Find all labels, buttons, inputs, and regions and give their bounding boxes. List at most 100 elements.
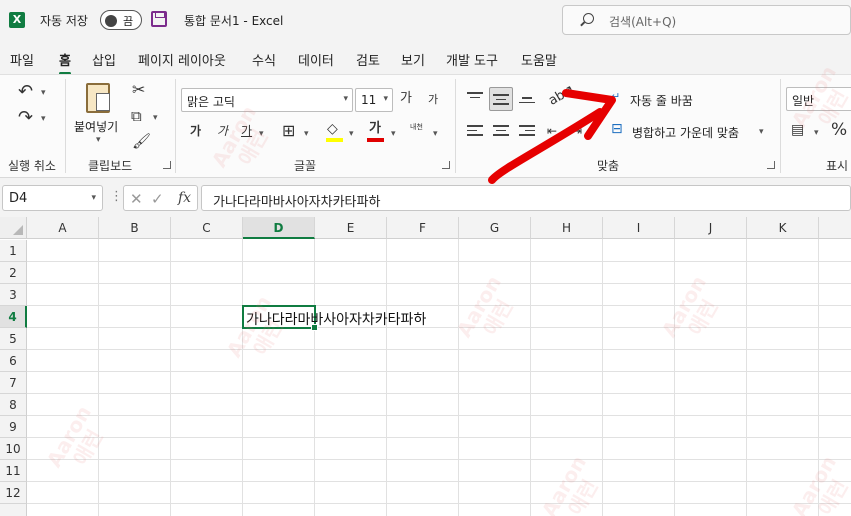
column-header-i[interactable]: I — [603, 217, 675, 239]
fill-color-dropdown-icon[interactable]: ▾ — [349, 129, 354, 139]
column-header-c[interactable]: C — [171, 217, 243, 239]
border-dropdown-icon[interactable]: ▾ — [304, 129, 309, 139]
redo-icon[interactable]: ↷ — [18, 109, 33, 127]
underline-dropdown-icon[interactable]: ▾ — [259, 129, 264, 139]
font-launcher-icon[interactable] — [442, 161, 450, 169]
font-size-dropdown[interactable]: 11 ▾ — [355, 88, 393, 112]
column-header-e[interactable]: E — [315, 217, 387, 239]
tab-insert[interactable]: 삽입 — [92, 50, 116, 69]
document-title: 통합 문서1 - Excel — [184, 14, 284, 28]
grow-font-icon[interactable]: 가 — [400, 92, 412, 105]
search-box[interactable]: 검색(Alt+Q) — [562, 5, 851, 35]
bold-icon[interactable]: 가 — [190, 125, 201, 137]
align-center-icon[interactable] — [493, 125, 509, 139]
fill-color-icon[interactable]: ◇ — [327, 122, 338, 136]
select-all-button[interactable] — [0, 217, 27, 239]
font-name-dropdown[interactable]: 맑은 고딕 ▾ — [181, 88, 353, 112]
phonetic-icon[interactable]: 내천 — [410, 124, 423, 131]
tab-review[interactable]: 검토 — [356, 50, 380, 69]
font-color-dropdown-icon[interactable]: ▾ — [391, 129, 396, 139]
orientation-icon[interactable]: ab↗ — [546, 82, 577, 109]
tab-developer[interactable]: 개발 도구 — [446, 50, 498, 69]
row-header-5[interactable]: 5 — [0, 328, 27, 350]
row-header-3[interactable]: 3 — [0, 284, 27, 306]
tab-file[interactable]: 파일 — [10, 50, 34, 69]
group-label-alignment: 맞춤 — [597, 159, 620, 173]
name-box[interactable]: D4 ▾ — [2, 185, 103, 211]
cut-icon[interactable]: ✂ — [132, 82, 145, 98]
spreadsheet-grid[interactable]: A B C D E F G H I J K 1 2 3 4 5 6 7 8 9 … — [0, 217, 851, 516]
column-header-j[interactable]: J — [675, 217, 747, 239]
align-right-icon[interactable] — [519, 125, 535, 139]
row-header-4[interactable]: 4 — [0, 306, 27, 328]
paste-button-label[interactable]: 붙여넣기 — [74, 118, 118, 135]
align-top-icon[interactable] — [467, 92, 483, 101]
copy-icon[interactable]: ⧉ — [131, 109, 142, 124]
paste-dropdown-icon[interactable]: ▾ — [96, 135, 101, 145]
row-header-13[interactable] — [0, 504, 27, 516]
row-header-12[interactable]: 12 — [0, 482, 27, 504]
enter-icon[interactable]: ✓ — [151, 190, 164, 208]
cancel-icon[interactable]: ✕ — [130, 190, 143, 208]
autosave-toggle[interactable]: 끔 — [100, 10, 142, 30]
row-header-7[interactable]: 7 — [0, 372, 27, 394]
tab-help[interactable]: 도움말 — [521, 50, 557, 69]
align-middle-button[interactable] — [489, 87, 513, 111]
copy-dropdown-icon[interactable]: ▾ — [153, 113, 158, 123]
font-color-icon[interactable]: 가 — [369, 122, 381, 135]
column-header-k[interactable]: K — [747, 217, 819, 239]
underline-icon[interactable]: 가 — [241, 125, 252, 137]
increase-indent-icon[interactable]: ⇥ — [572, 125, 582, 137]
row-header-11[interactable]: 11 — [0, 460, 27, 482]
wrap-text-button[interactable]: 자동 줄 바꿈 — [630, 92, 693, 109]
format-painter-icon[interactable]: 🖌 — [132, 134, 151, 149]
column-header-l[interactable] — [819, 217, 851, 239]
row-header-6[interactable]: 6 — [0, 350, 27, 372]
tab-home[interactable]: 홈 — [59, 50, 71, 75]
group-label-undo: 실행 취소 — [8, 159, 56, 173]
undo-icon[interactable]: ↶ — [18, 83, 33, 101]
accounting-dropdown-icon[interactable]: ▾ — [814, 128, 819, 138]
align-bottom-icon[interactable] — [519, 97, 535, 106]
column-header-f[interactable]: F — [387, 217, 459, 239]
tab-view[interactable]: 보기 — [401, 50, 425, 69]
row-header-8[interactable]: 8 — [0, 394, 27, 416]
accounting-format-icon[interactable]: ▤ — [791, 123, 804, 137]
clipboard-launcher-icon[interactable] — [163, 161, 171, 169]
merge-center-icon[interactable]: ⊟ — [611, 122, 623, 136]
italic-icon[interactable]: 가 — [217, 125, 228, 137]
wrap-text-icon[interactable]: ↵ — [611, 91, 620, 102]
decrease-indent-icon[interactable]: ⇤ — [547, 125, 557, 137]
merge-dropdown-icon[interactable]: ▾ — [759, 127, 764, 137]
undo-dropdown-icon[interactable]: ▾ — [41, 88, 46, 98]
number-format-value: 일반 — [792, 94, 815, 108]
column-header-b[interactable]: B — [99, 217, 171, 239]
paste-icon[interactable] — [86, 83, 110, 113]
tab-data[interactable]: 데이터 — [298, 50, 334, 69]
gridline — [170, 239, 171, 516]
row-header-2[interactable]: 2 — [0, 262, 27, 284]
phonetic-dropdown-icon[interactable]: ▾ — [433, 129, 438, 139]
merge-center-button[interactable]: 병합하고 가운데 맞춤 — [632, 124, 739, 141]
alignment-launcher-icon[interactable] — [767, 161, 775, 169]
percent-icon[interactable]: % — [831, 122, 847, 139]
formula-input[interactable]: 가나다라마바사아자차카타파하 — [201, 185, 851, 211]
gridline — [98, 239, 99, 516]
column-header-g[interactable]: G — [459, 217, 531, 239]
tab-page-layout[interactable]: 페이지 레이아웃 — [138, 50, 226, 69]
row-header-10[interactable]: 10 — [0, 438, 27, 460]
row-header-9[interactable]: 9 — [0, 416, 27, 438]
save-icon[interactable] — [151, 11, 167, 27]
tab-formulas[interactable]: 수식 — [252, 50, 276, 69]
shrink-font-icon[interactable]: 가 — [428, 94, 438, 105]
redo-dropdown-icon[interactable]: ▾ — [41, 114, 46, 124]
column-header-h[interactable]: H — [531, 217, 603, 239]
number-format-dropdown[interactable]: 일반 — [786, 87, 851, 111]
column-header-a[interactable]: A — [27, 217, 99, 239]
column-header-d[interactable]: D — [243, 217, 315, 239]
more-icon[interactable]: ⋮ — [110, 189, 123, 204]
align-left-icon[interactable] — [467, 125, 483, 139]
border-icon[interactable]: ⊞ — [282, 123, 295, 139]
row-header-1[interactable]: 1 — [0, 240, 27, 262]
insert-function-icon[interactable]: fx — [178, 190, 191, 206]
